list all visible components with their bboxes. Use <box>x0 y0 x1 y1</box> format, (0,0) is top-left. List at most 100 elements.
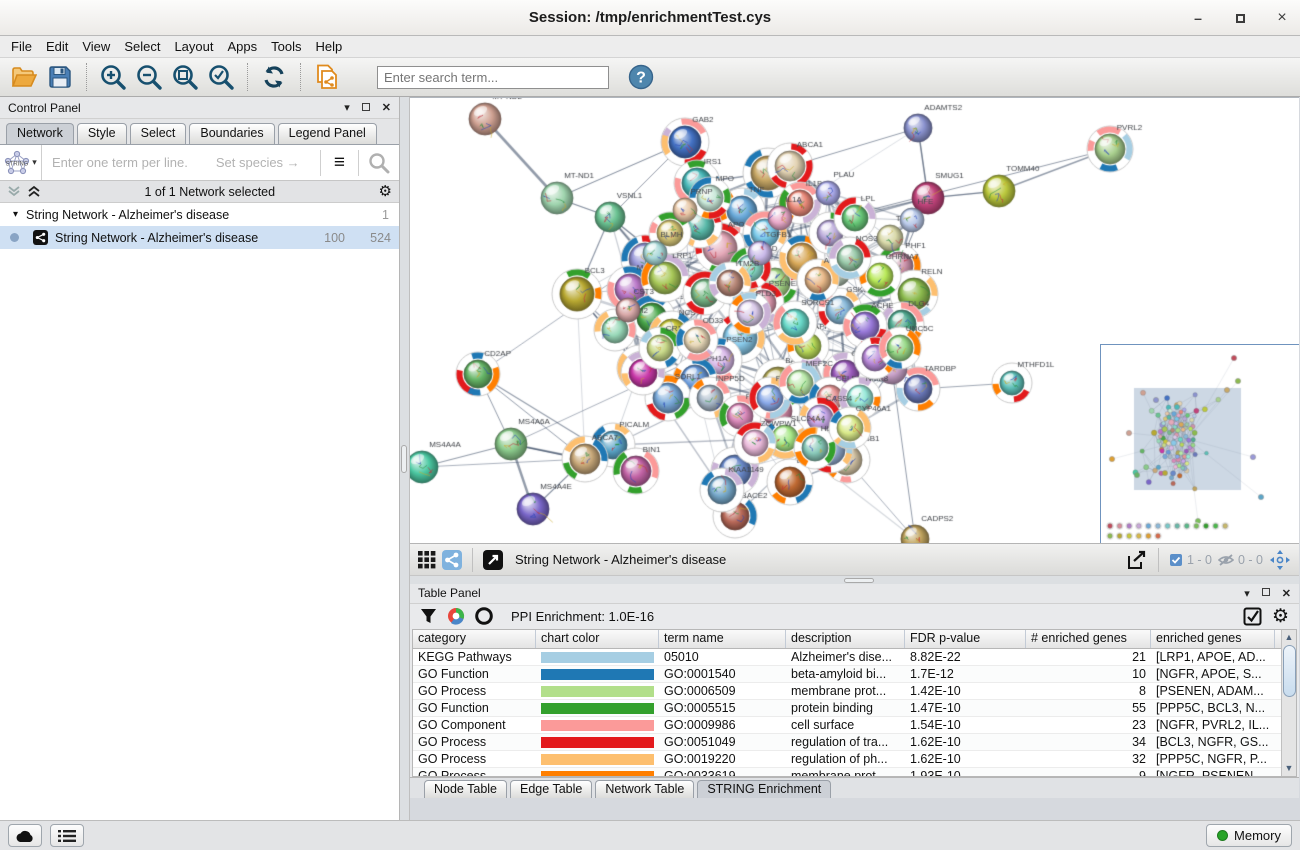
open-file-icon[interactable] <box>8 61 40 93</box>
collapse-all-icon[interactable] <box>27 185 41 198</box>
string-species-hint[interactable]: Set species → <box>216 155 320 170</box>
export-network-icon[interactable] <box>1126 550 1148 570</box>
color-swatch <box>541 737 654 748</box>
zoom-in-icon[interactable] <box>97 61 129 93</box>
string-view-icon[interactable] <box>442 550 462 570</box>
string-search-icon[interactable] <box>359 147 399 179</box>
panel-menu-icon[interactable]: ▾ <box>344 101 350 114</box>
network-view[interactable] <box>410 97 1299 543</box>
panel-float-icon[interactable] <box>1262 587 1270 599</box>
menu-file[interactable]: File <box>4 37 39 56</box>
color-swatch <box>541 720 654 731</box>
detach-view-icon[interactable] <box>483 550 503 570</box>
tab-legend-panel[interactable]: Legend Panel <box>278 123 377 144</box>
string-options-icon[interactable]: ≡ <box>321 152 358 174</box>
birdseye-view[interactable] <box>1100 344 1299 543</box>
pie-chart-icon[interactable] <box>447 607 465 625</box>
panel-close-icon[interactable]: ✕ <box>382 101 391 114</box>
tab-string-enrichment[interactable]: STRING Enrichment <box>697 780 831 798</box>
column-header-term-name[interactable]: term name <box>659 630 786 648</box>
menu-view[interactable]: View <box>75 37 117 56</box>
menu-layout[interactable]: Layout <box>167 37 220 56</box>
vertical-splitter[interactable] <box>400 97 410 820</box>
memory-button[interactable]: Memory <box>1206 824 1292 847</box>
cell: [BCL3, NGFR, GS... <box>1151 734 1275 750</box>
column-header-description[interactable]: description <box>786 630 905 648</box>
string-logo-icon[interactable]: STRING ▾ <box>0 145 42 180</box>
splitter-grip[interactable] <box>401 445 407 473</box>
search-input[interactable] <box>377 66 609 89</box>
string-term-placeholder[interactable]: Enter one term per line. <box>52 155 188 170</box>
menu-select[interactable]: Select <box>117 37 167 56</box>
table-row[interactable]: GO ProcessGO:0051049regulation of tra...… <box>413 734 1281 751</box>
control-panel-header: Control Panel ▾ ✕ <box>0 97 399 119</box>
tree-expand-icon[interactable]: ▾ <box>13 209 18 220</box>
cell: GO Process <box>413 768 536 776</box>
column-header-chart-color[interactable]: chart color <box>536 630 659 648</box>
scrollbar-thumb[interactable] <box>1283 645 1296 697</box>
tab-network-table[interactable]: Network Table <box>595 780 694 798</box>
donut-chart-icon[interactable] <box>475 607 493 625</box>
task-list-icon[interactable] <box>50 824 84 847</box>
enrichment-table: categorychart colorterm namedescriptionF… <box>412 629 1297 777</box>
birdseye-canvas[interactable] <box>1101 345 1299 543</box>
filter-icon[interactable] <box>420 608 437 625</box>
panel-float-icon[interactable] <box>362 102 370 114</box>
save-session-icon[interactable] <box>44 61 76 93</box>
close-icon[interactable]: × <box>1274 9 1290 27</box>
table-row[interactable]: GO ProcessGO:0006509membrane prot...1.42… <box>413 683 1281 700</box>
refresh-icon[interactable] <box>258 61 290 93</box>
color-swatch <box>541 754 654 765</box>
expand-all-icon[interactable] <box>7 185 21 198</box>
tab-style[interactable]: Style <box>77 123 127 144</box>
zoom-selected-icon[interactable] <box>205 61 237 93</box>
table-row[interactable]: GO FunctionGO:0005515protein binding1.47… <box>413 700 1281 717</box>
network-row-selected[interactable]: String Network - Alzheimer's disease 100… <box>0 226 399 249</box>
cell: 1.62E-10 <box>905 751 1026 767</box>
table-row[interactable]: GO ProcessGO:0019220regulation of ph...1… <box>413 751 1281 768</box>
table-row[interactable]: GO ProcessGO:0033619membrane prot...1.93… <box>413 768 1281 776</box>
network-options-gear-icon[interactable]: ⚙ <box>379 184 392 199</box>
select-columns-icon[interactable] <box>1243 607 1262 626</box>
panel-close-icon[interactable]: ✕ <box>1282 587 1291 600</box>
tab-node-table[interactable]: Node Table <box>424 780 507 798</box>
menu-help[interactable]: Help <box>309 37 350 56</box>
scroll-down-icon[interactable]: ▼ <box>1285 761 1294 776</box>
panel-menu-icon[interactable]: ▾ <box>1244 587 1250 600</box>
menu-tools[interactable]: Tools <box>264 37 308 56</box>
zoom-out-icon[interactable] <box>133 61 165 93</box>
tab-boundaries[interactable]: Boundaries <box>189 123 274 144</box>
cloud-icon[interactable] <box>8 824 42 847</box>
chart-color-cell <box>536 666 659 682</box>
column-header-FDR-p-value[interactable]: FDR p-value <box>905 630 1026 648</box>
cell: 34 <box>1026 734 1151 750</box>
scroll-up-icon[interactable]: ▲ <box>1285 630 1294 645</box>
table-row[interactable]: GO FunctionGO:0001540beta-amyloid bi...1… <box>413 666 1281 683</box>
clone-network-icon[interactable] <box>311 61 343 93</box>
splitter-grip[interactable] <box>844 578 874 583</box>
network-collection-row[interactable]: ▾ String Network - Alzheimer's disease 1 <box>0 203 399 226</box>
grid-view-icon[interactable] <box>418 551 436 569</box>
chart-color-cell <box>536 649 659 665</box>
enrichment-settings-gear-icon[interactable]: ⚙ <box>1272 607 1289 626</box>
horizontal-splitter[interactable] <box>410 575 1299 584</box>
column-header--enriched-genes[interactable]: # enriched genes <box>1026 630 1151 648</box>
column-header-enriched-genes[interactable]: enriched genes <box>1151 630 1275 648</box>
table-row[interactable]: KEGG Pathways05010Alzheimer's dise...8.8… <box>413 649 1281 666</box>
maximize-icon[interactable] <box>1232 10 1248 26</box>
help-icon[interactable]: ? <box>625 61 657 93</box>
menu-apps[interactable]: Apps <box>221 37 265 56</box>
zoom-fit-icon[interactable] <box>169 61 201 93</box>
minimize-icon[interactable]: – <box>1190 10 1206 26</box>
navigate-icon[interactable] <box>1269 549 1291 571</box>
tab-edge-table[interactable]: Edge Table <box>510 780 592 798</box>
enrichment-toolbar: PPI Enrichment: 1.0E-16 ⚙ <box>410 604 1299 629</box>
tab-select[interactable]: Select <box>130 123 187 144</box>
tab-network[interactable]: Network <box>6 123 74 144</box>
menu-edit[interactable]: Edit <box>39 37 75 56</box>
color-swatch <box>541 669 654 680</box>
column-header-category[interactable]: category <box>413 630 536 648</box>
table-scrollbar[interactable]: ▲ ▼ <box>1281 630 1296 776</box>
table-row[interactable]: GO ComponentGO:0009986cell surface1.54E-… <box>413 717 1281 734</box>
memory-label: Memory <box>1234 828 1281 843</box>
